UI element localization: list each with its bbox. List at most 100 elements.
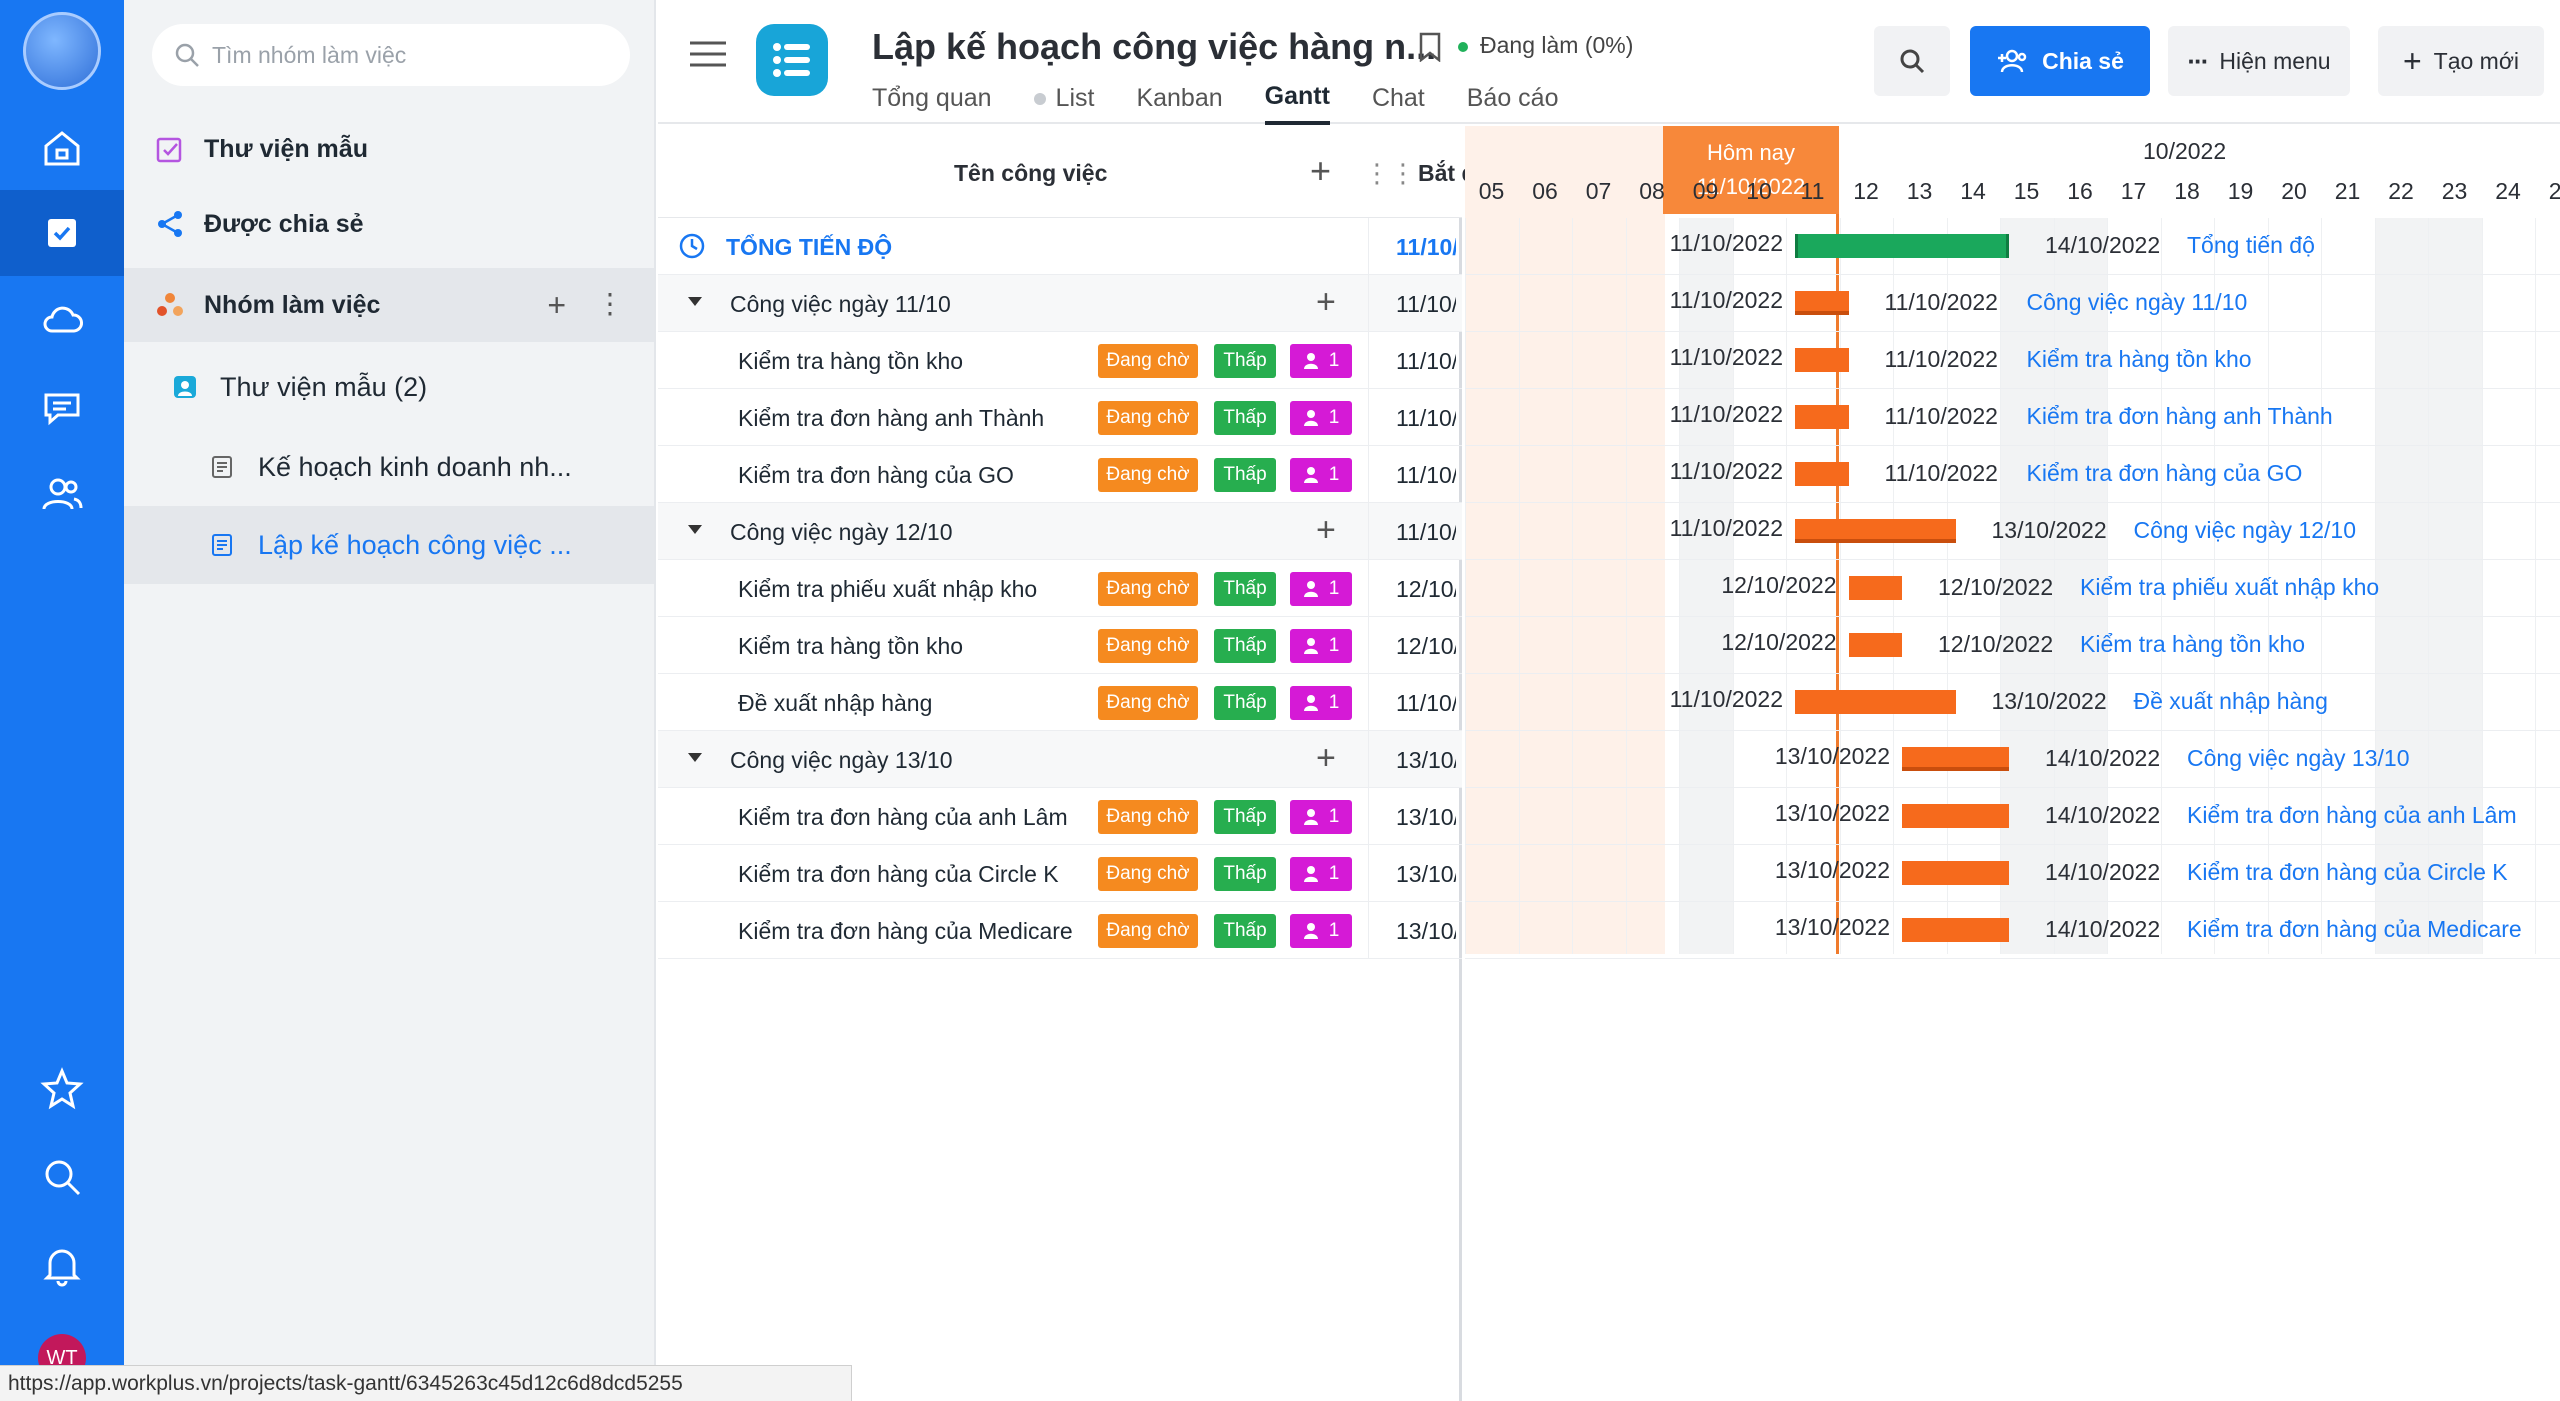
- sidebar-group-template-library[interactable]: Thư viện mẫu (2): [124, 348, 654, 426]
- header-search-button[interactable]: [1874, 26, 1950, 96]
- create-new-button[interactable]: + Tạo mới: [2378, 26, 2544, 96]
- sidebar-item-template-library[interactable]: Thư viện mẫu: [124, 112, 654, 186]
- gantt-bar[interactable]: [1795, 405, 1849, 429]
- assignee-badge[interactable]: 1: [1290, 857, 1352, 891]
- tab-list[interactable]: List: [1033, 82, 1094, 125]
- gantt-bar[interactable]: [1902, 918, 2009, 942]
- assignee-badge[interactable]: 1: [1290, 458, 1352, 492]
- add-group-button[interactable]: +: [547, 287, 566, 324]
- gantt-bar-label[interactable]: Kiểm tra hàng tồn kho: [2027, 346, 2252, 373]
- assignee-badge[interactable]: 1: [1290, 686, 1352, 720]
- status-badge[interactable]: Đang chờ: [1098, 401, 1198, 435]
- column-resize-handle[interactable]: ⋮⋮: [1364, 158, 1416, 189]
- bell-icon[interactable]: [0, 1222, 124, 1308]
- add-subtask-button[interactable]: +: [1316, 739, 1336, 778]
- assignee-badge[interactable]: 1: [1290, 572, 1352, 606]
- priority-badge[interactable]: Thấp: [1214, 572, 1276, 606]
- gantt-bar-label[interactable]: Kiểm tra phiếu xuất nhập kho: [2080, 574, 2379, 601]
- priority-badge[interactable]: Thấp: [1214, 857, 1276, 891]
- priority-badge[interactable]: Thấp: [1214, 458, 1276, 492]
- priority-badge[interactable]: Thấp: [1214, 914, 1276, 948]
- gantt-bar[interactable]: [1902, 804, 2009, 828]
- people-icon[interactable]: [0, 452, 124, 538]
- gantt-bar[interactable]: [1795, 519, 1956, 543]
- gantt-bar[interactable]: [1848, 633, 1902, 657]
- gantt-bar-label[interactable]: Đề xuất nhập hàng: [2134, 688, 2328, 715]
- gantt-bar[interactable]: [1795, 690, 1956, 714]
- table-row[interactable]: Kiểm tra đơn hàng của anh Lâm Đang chờ Thấ…: [658, 788, 1462, 845]
- project-status[interactable]: Đang làm (0%): [1480, 32, 1633, 59]
- gantt-bar-label[interactable]: Công việc ngày 12/10: [2134, 517, 2357, 544]
- table-row[interactable]: Kiểm tra đơn hàng của GO Đang chờ Thấp 1 11/…: [658, 446, 1462, 503]
- tab-overview[interactable]: Tổng quan: [872, 82, 992, 125]
- share-button[interactable]: Chia sẻ: [1970, 26, 2150, 96]
- table-row[interactable]: Kiểm tra đơn hàng anh Thành Đang chờ Thấp 1…: [658, 389, 1462, 446]
- priority-badge[interactable]: Thấp: [1214, 629, 1276, 663]
- task-group-row[interactable]: Công việc ngày 13/10 +13/10/2022: [658, 731, 1462, 788]
- task-group-row[interactable]: Công việc ngày 11/10 +11/10/2022: [658, 275, 1462, 332]
- gantt-bar-label[interactable]: Kiểm tra đơn hàng của GO: [2027, 460, 2303, 487]
- search-icon[interactable]: [0, 1134, 124, 1220]
- chat-icon[interactable]: [0, 364, 124, 450]
- gantt-bar-label[interactable]: Kiểm tra đơn hàng anh Thành: [2027, 403, 2333, 430]
- priority-badge[interactable]: Thấp: [1214, 401, 1276, 435]
- gantt-bar[interactable]: [1902, 861, 2009, 885]
- gantt-bar[interactable]: [1795, 234, 2009, 258]
- collapse-caret-icon[interactable]: [688, 525, 702, 534]
- search-input[interactable]: [212, 41, 612, 69]
- add-task-button[interactable]: +: [1310, 150, 1331, 192]
- tab-report[interactable]: Báo cáo: [1467, 82, 1559, 125]
- assignee-badge[interactable]: 1: [1290, 401, 1352, 435]
- status-badge[interactable]: Đang chờ: [1098, 572, 1198, 606]
- collapse-caret-icon[interactable]: [688, 753, 702, 762]
- gantt-bar-label[interactable]: Kiểm tra đơn hàng của anh Lâm: [2187, 802, 2517, 829]
- gantt-bar-label[interactable]: Công việc ngày 13/10: [2187, 745, 2410, 772]
- sidebar-item-workgroups[interactable]: Nhóm làm việc + ⋮: [124, 268, 654, 342]
- table-row[interactable]: Kiểm tra đơn hàng của Medicare Đang chờ Th…: [658, 902, 1462, 959]
- status-badge[interactable]: Đang chờ: [1098, 800, 1198, 834]
- cloud-icon[interactable]: [0, 276, 124, 362]
- gantt-bar-label[interactable]: Tổng tiến độ: [2187, 232, 2315, 259]
- tab-gantt[interactable]: Gantt: [1264, 82, 1330, 125]
- gantt-bar[interactable]: [1902, 747, 2009, 771]
- collapse-caret-icon[interactable]: [688, 297, 702, 306]
- table-row[interactable]: Kiểm tra hàng tồn kho Đang chờ Thấp 1 12/10/…: [658, 617, 1462, 674]
- gantt-bar[interactable]: [1848, 576, 1902, 600]
- tab-kanban[interactable]: Kanban: [1136, 82, 1222, 125]
- gantt-bar-label[interactable]: Kiểm tra đơn hàng của Medicare: [2187, 916, 2522, 943]
- bookmark-icon[interactable]: [1418, 32, 1442, 62]
- gantt-bar-label[interactable]: Công việc ngày 11/10: [2027, 289, 2248, 316]
- gantt-bar[interactable]: [1795, 348, 1849, 372]
- table-row[interactable]: Kiểm tra phiếu xuất nhập kho Đang chờ Thấp…: [658, 560, 1462, 617]
- task-group-row[interactable]: Công việc ngày 12/10 +11/10/2022: [658, 503, 1462, 560]
- status-badge[interactable]: Đang chờ: [1098, 686, 1198, 720]
- status-badge[interactable]: Đang chờ: [1098, 629, 1198, 663]
- table-row[interactable]: Đề xuất nhập hàng Đang chờ Thấp 1 11/10/2022: [658, 674, 1462, 731]
- sidebar-item-shared[interactable]: Được chia sẻ: [124, 187, 654, 261]
- status-badge[interactable]: Đang chờ: [1098, 344, 1198, 378]
- add-subtask-button[interactable]: +: [1316, 283, 1336, 322]
- gantt-bar-label[interactable]: Kiểm tra hàng tồn kho: [2080, 631, 2305, 658]
- assignee-badge[interactable]: 1: [1290, 344, 1352, 378]
- hamburger-menu-icon[interactable]: [690, 40, 726, 68]
- assignee-badge[interactable]: 1: [1290, 914, 1352, 948]
- star-icon[interactable]: [0, 1046, 124, 1132]
- priority-badge[interactable]: Thấp: [1214, 800, 1276, 834]
- status-badge[interactable]: Đang chờ: [1098, 857, 1198, 891]
- assignee-badge[interactable]: 1: [1290, 800, 1352, 834]
- home-icon[interactable]: [0, 105, 124, 191]
- sidebar-project-daily-plan[interactable]: Lập kế hoạch công việc ...: [124, 506, 654, 584]
- gantt-bar[interactable]: [1795, 462, 1849, 486]
- total-progress-row[interactable]: TỔNG TIẾN ĐỘ 11/10/2022: [658, 218, 1462, 275]
- more-options-icon[interactable]: ⋮: [596, 287, 624, 324]
- status-badge[interactable]: Đang chờ: [1098, 914, 1198, 948]
- gantt-bar[interactable]: [1795, 291, 1849, 315]
- table-row[interactable]: Kiểm tra hàng tồn kho Đang chờ Thấp 1 11/10/…: [658, 332, 1462, 389]
- sidebar-project-business-plan[interactable]: Kế hoạch kinh doanh nh...: [124, 428, 654, 506]
- add-subtask-button[interactable]: +: [1316, 511, 1336, 550]
- tab-chat[interactable]: Chat: [1372, 82, 1425, 125]
- sidebar-search[interactable]: [152, 24, 630, 86]
- status-badge[interactable]: Đang chờ: [1098, 458, 1198, 492]
- priority-badge[interactable]: Thấp: [1214, 686, 1276, 720]
- gantt-bar-label[interactable]: Kiểm tra đơn hàng của Circle K: [2187, 859, 2508, 886]
